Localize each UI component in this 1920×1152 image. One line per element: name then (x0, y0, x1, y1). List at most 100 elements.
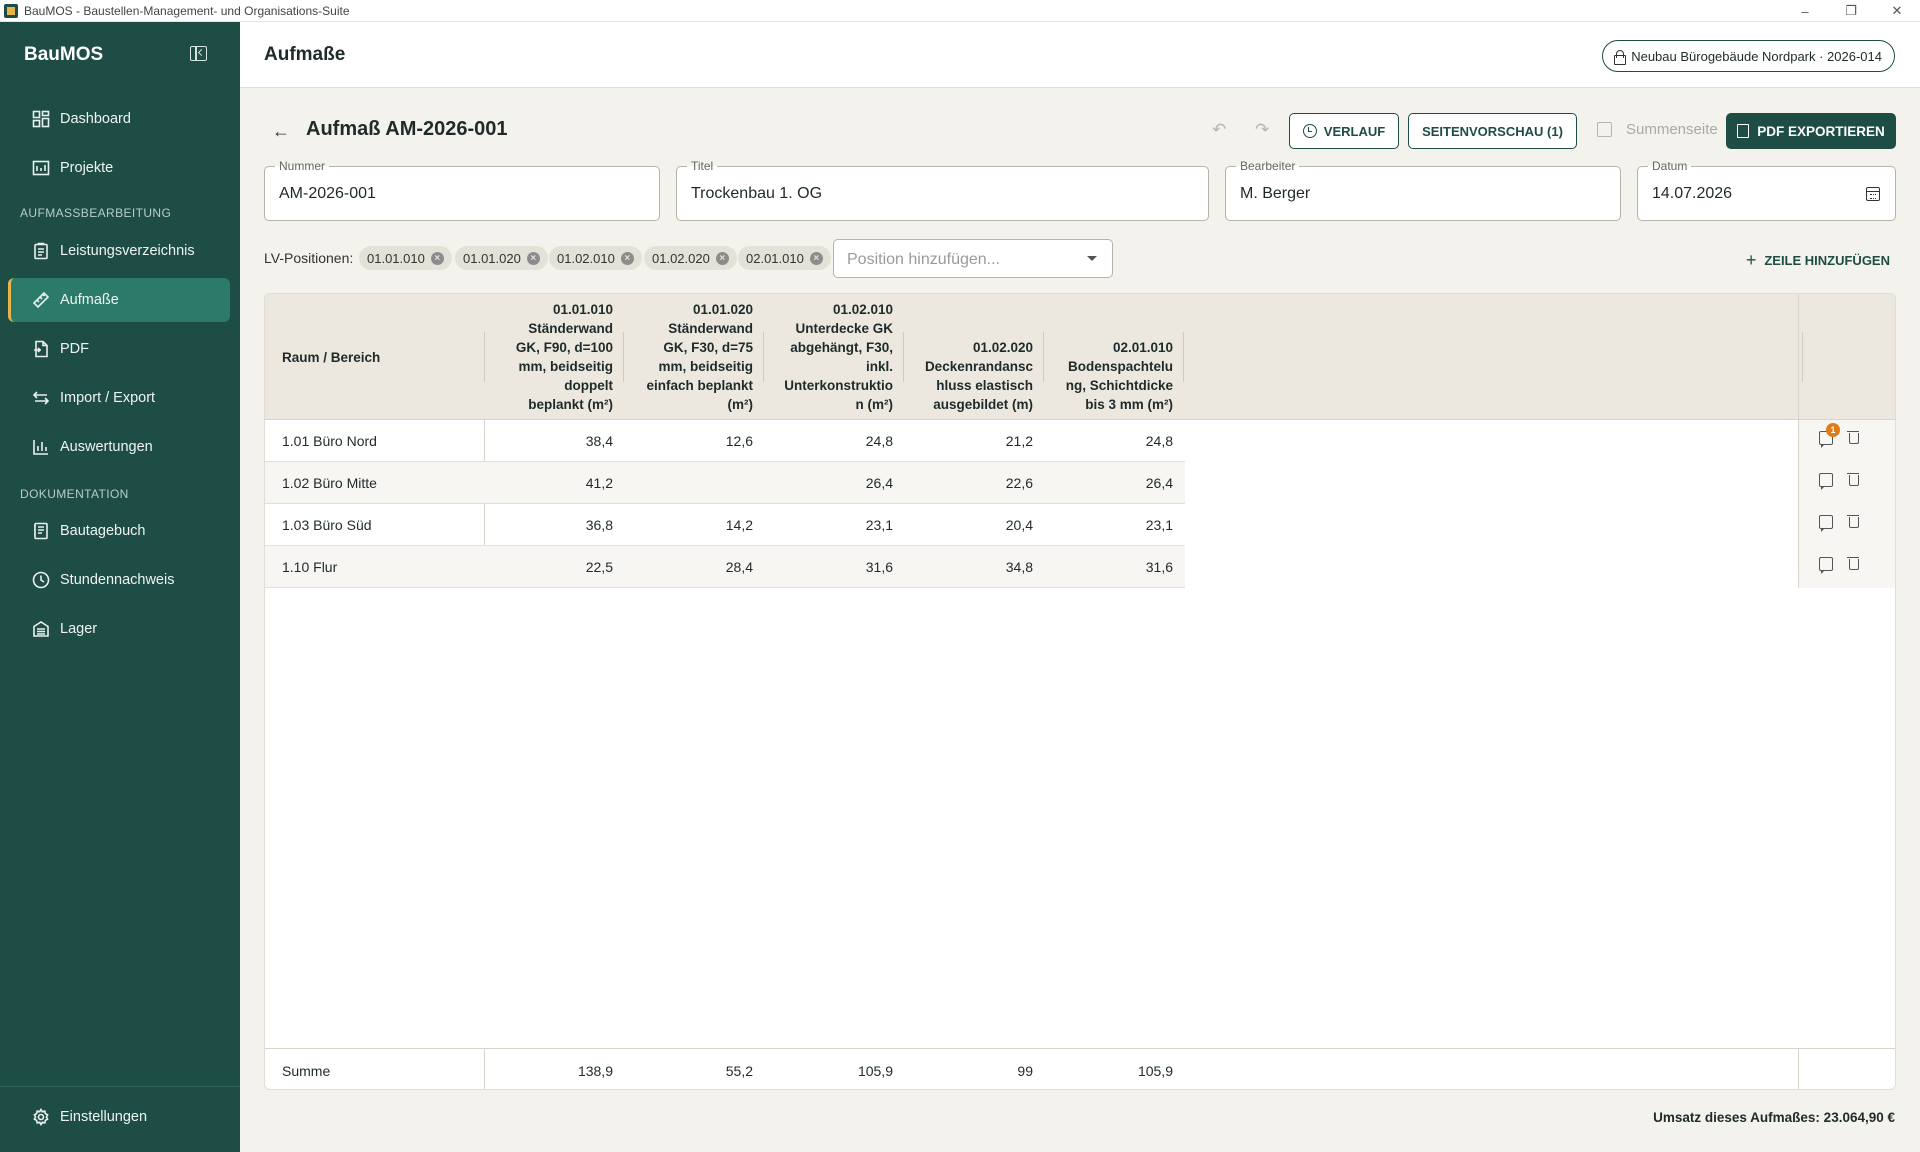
verlauf-button[interactable]: VERLAUF (1289, 113, 1399, 149)
back-arrow-icon[interactable]: ← (272, 121, 290, 142)
row-room: 1.03 Büro Süd (282, 517, 372, 533)
restore-icon[interactable]: ❐ (1828, 0, 1874, 22)
sidebar-item-label: Aufmaße (60, 292, 119, 308)
trash-icon[interactable] (1847, 514, 1861, 528)
row-value[interactable]: 26,4 (1073, 475, 1173, 491)
row-value[interactable]: 26,4 (793, 475, 893, 491)
add-row-button[interactable]: + ZEILE HINZUFÜGEN (1746, 250, 1890, 271)
lock-icon (1613, 49, 1627, 65)
nummer-value: AM-2026-001 (279, 185, 376, 202)
chip-remove-icon[interactable]: × (715, 251, 729, 265)
checkbox-box[interactable] (1597, 122, 1612, 137)
sidebar-item-lager[interactable]: Lager (8, 607, 230, 651)
row-value[interactable]: 22,6 (933, 475, 1033, 491)
row-value[interactable]: 34,8 (933, 559, 1033, 575)
sidebar-item-projekte[interactable]: Projekte (8, 146, 230, 190)
column-header-line: mm, beidseitig (518, 359, 613, 374)
row-value[interactable]: 31,6 (793, 559, 893, 575)
chip-remove-icon[interactable]: × (430, 251, 444, 265)
trash-icon[interactable] (1847, 556, 1861, 570)
undo-icon[interactable]: ↶ (1212, 120, 1226, 140)
table-row[interactable]: 1.03 Büro Süd 36,8 14,2 23,1 20,4 23,1 (265, 504, 1185, 546)
sidebar-item-leistungsverzeichnis[interactable]: Leistungsverzeichnis (8, 229, 230, 273)
calendar-icon[interactable] (1866, 187, 1880, 201)
row-value[interactable]: 31,6 (1073, 559, 1173, 575)
row-value[interactable]: 12,6 (653, 433, 753, 449)
row-value[interactable]: 14,2 (653, 517, 753, 533)
sidebar-item-pdf[interactable]: PDF (8, 327, 230, 371)
position-chip[interactable]: 01.02.010 × (549, 246, 642, 270)
column-header-line: 01.02.010 (832, 302, 893, 317)
titel-label: Titel (687, 159, 718, 173)
row-value[interactable]: 22,5 (513, 559, 613, 575)
row-value[interactable]: 21,2 (933, 433, 1033, 449)
pdf-export-label: PDF EXPORTIEREN (1757, 123, 1885, 139)
summenseite-checkbox[interactable]: Summenseite (1597, 121, 1718, 138)
seitenvorschau-button[interactable]: SEITENVORSCHAU (1) (1408, 113, 1577, 149)
actions-column-divider (1798, 1049, 1799, 1089)
column-header-01-02-020[interactable]: 01.02.020 Deckenrandansc hluss elastisch… (905, 294, 1045, 420)
column-header-line: Ständerwand (528, 321, 613, 336)
chip-remove-icon[interactable]: × (809, 251, 823, 265)
position-chip[interactable]: 01.01.020 × (455, 246, 548, 270)
page-title: Aufmaße (264, 44, 346, 65)
row-value[interactable]: 28,4 (653, 559, 753, 575)
row-value[interactable]: 36,8 (513, 517, 613, 533)
trash-icon[interactable] (1847, 472, 1861, 486)
column-separator (1802, 332, 1803, 382)
row-value[interactable]: 24,8 (1073, 433, 1173, 449)
bearbeiter-field[interactable]: Bearbeiter M. Berger (1225, 159, 1621, 221)
sum-row: Summe 138,9 55,2 105,9 99 105,9 (265, 1048, 1895, 1089)
sidebar-item-dashboard[interactable]: Dashboard (8, 97, 230, 141)
sidebar-item-stundennachweis[interactable]: Stundennachweis (8, 558, 230, 602)
column-header-01-01-020[interactable]: 01.01.020 Ständerwand GK, F30, d=75 mm, … (625, 294, 765, 420)
plus-icon: + (1745, 250, 1757, 270)
comment-icon[interactable] (1819, 557, 1833, 574)
titel-field[interactable]: Titel Trockenbau 1. OG (676, 159, 1209, 221)
sidebar-item-label: Auswertungen (60, 439, 153, 455)
collapse-sidebar-icon[interactable] (190, 46, 207, 61)
chip-remove-icon[interactable]: × (620, 251, 634, 265)
sum-label: Summe (282, 1063, 331, 1079)
column-header-room: Raum / Bereich (282, 350, 381, 365)
row-value[interactable]: 38,4 (513, 433, 613, 449)
sidebar-item-label: Dashboard (60, 111, 131, 127)
projects-icon (32, 159, 50, 177)
nummer-field[interactable]: Nummer AM-2026-001 (264, 159, 660, 221)
column-header-02-01-010[interactable]: 02.01.010 Bodenspachtelu ng, Schichtdick… (1045, 294, 1185, 420)
sidebar-item-auswertungen[interactable]: Auswertungen (8, 425, 230, 469)
column-header-line: ng, Schichtdicke (1065, 378, 1173, 393)
row-value[interactable]: 41,2 (513, 475, 613, 491)
sum-value: 105,9 (1137, 1063, 1173, 1079)
row-value[interactable]: 23,1 (793, 517, 893, 533)
position-chip[interactable]: 01.01.010 × (359, 246, 452, 270)
minimize-icon[interactable]: – (1782, 0, 1828, 22)
datum-field[interactable]: Datum 14.07.2026 (1637, 159, 1896, 221)
close-icon[interactable]: ✕ (1874, 0, 1920, 22)
table-row[interactable]: 1.02 Büro Mitte 41,2 26,4 22,6 26,4 (265, 462, 1185, 504)
table-row[interactable]: 1.10 Flur 22,5 28,4 31,6 34,8 31,6 (265, 546, 1185, 588)
sidebar-item-bautagebuch[interactable]: Bautagebuch (8, 509, 230, 553)
row-value[interactable]: 20,4 (933, 517, 1033, 533)
chip-remove-icon[interactable]: × (526, 251, 540, 265)
sidebar-item-import-export[interactable]: Import / Export (8, 376, 230, 420)
column-header-01-02-010[interactable]: 01.02.010 Unterdecke GK abgehängt, F30, … (765, 294, 905, 420)
chip-label: 01.01.020 (463, 250, 521, 266)
row-value[interactable]: 23,1 (1073, 517, 1173, 533)
row-value[interactable]: 24,8 (793, 433, 893, 449)
redo-icon[interactable]: ↷ (1255, 120, 1269, 140)
column-header-01-01-010[interactable]: 01.01.010 Ständerwand GK, F90, d=100 mm,… (485, 294, 625, 420)
project-selector[interactable]: Neubau Bürogebäude Nordpark · 2026-014 (1602, 40, 1895, 72)
column-header-line: 02.01.010 (1112, 340, 1173, 355)
comment-icon[interactable] (1819, 515, 1833, 532)
table-row[interactable]: 1.01 Büro Nord 38,4 12,6 24,8 21,2 24,8 (265, 420, 1185, 462)
trash-icon[interactable] (1847, 430, 1861, 444)
sidebar-item-aufmasse[interactable]: Aufmaße (8, 278, 230, 322)
sidebar-item-einstellungen[interactable]: Einstellungen (8, 1095, 230, 1139)
pdf-export-button[interactable]: PDF EXPORTIEREN (1726, 113, 1896, 149)
summenseite-label: Summenseite (1626, 121, 1718, 138)
position-add-select[interactable]: Position hinzufügen... (833, 239, 1113, 278)
comment-icon[interactable] (1819, 473, 1833, 490)
position-chip[interactable]: 01.02.020 × (644, 246, 737, 270)
position-chip[interactable]: 02.01.010 × (738, 246, 831, 270)
